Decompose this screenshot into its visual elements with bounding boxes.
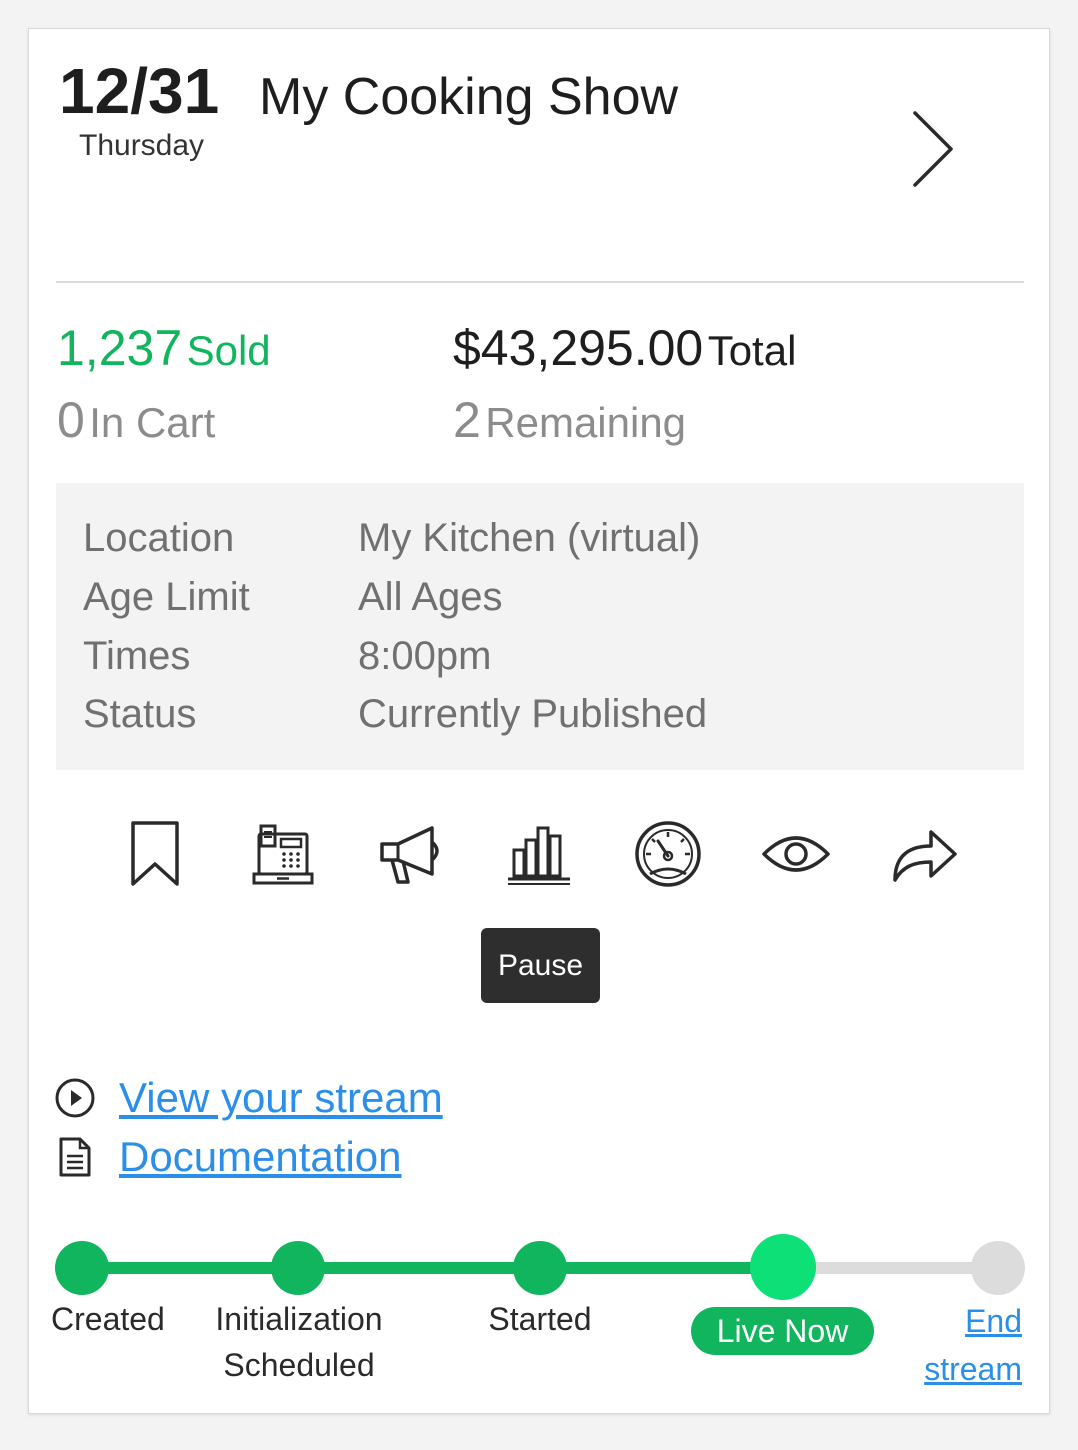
in-cart-stat: 0 In Cart [57,395,215,445]
megaphone-icon[interactable] [375,819,447,889]
detail-value: 8:00pm [358,634,492,678]
step-node-live-now [750,1234,816,1300]
step-label-scheduled: Scheduled [223,1347,375,1383]
document-icon [53,1135,97,1179]
end-stream-link[interactable]: End stream [924,1297,1022,1393]
share-icon[interactable] [888,819,960,889]
detail-row-status: Status Currently Published [56,685,1024,743]
detail-row-times: Times 8:00pm [56,627,1024,685]
documentation-row: Documentation [53,1132,402,1182]
event-day: Thursday [79,129,205,162]
detail-key: Status [83,692,197,736]
step-node-created [55,1241,109,1295]
sold-stat: 1,237 Sold [57,323,271,373]
detail-key: Age Limit [83,575,250,619]
event-title: My Cooking Show [259,68,679,126]
total-amount: $43,295.00 [453,320,704,376]
detail-value: My Kitchen (virtual) [358,516,701,560]
bookmark-icon[interactable] [119,819,191,889]
remaining-count: 2 [453,392,481,448]
detail-row-location: Location My Kitchen (virtual) [56,509,1024,567]
detail-key: Location [83,516,235,560]
remaining-stat: 2 Remaining [453,395,686,445]
documentation-link[interactable]: Documentation [119,1133,402,1181]
step-node-end-stream [971,1241,1025,1295]
pause-tooltip: Pause [481,928,600,1003]
action-toolbar [29,819,1049,889]
live-now-badge: Live Now [691,1307,874,1355]
step-label-initialization: Initialization [215,1301,383,1337]
view-stream-row: View your stream [53,1073,443,1123]
event-card: 12/31 Thursday My Cooking Show 1,237 Sol… [28,28,1050,1414]
eye-icon[interactable] [760,819,832,889]
detail-row-age-limit: Age Limit All Ages [56,568,1024,626]
view-stream-link[interactable]: View your stream [119,1074,443,1122]
sold-count: 1,237 [57,320,183,376]
end-stream-label-line1: End [965,1303,1022,1339]
step-node-started [513,1241,567,1295]
header-divider [56,281,1024,283]
in-cart-label: In Cart [89,399,216,446]
total-stat: $43,295.00 Total [453,323,796,373]
event-details: Location My Kitchen (virtual) Age Limit … [56,483,1024,770]
step-node-initialization-scheduled [271,1241,325,1295]
detail-key: Times [83,634,191,678]
sold-label: Sold [186,327,271,374]
progress-track-complete [81,1262,781,1274]
cash-register-icon[interactable] [247,819,319,889]
step-label-created: Created [51,1301,165,1337]
total-label: Total [707,327,797,374]
chevron-right-icon[interactable] [907,109,957,189]
bar-chart-icon[interactable] [503,819,575,889]
remaining-label: Remaining [485,399,687,446]
end-stream-label-line2: stream [924,1351,1022,1387]
in-cart-count: 0 [57,392,85,448]
detail-value: All Ages [358,575,503,619]
speedometer-icon[interactable] [632,819,704,889]
play-circle-icon [53,1076,97,1120]
step-label-started: Started [488,1301,592,1337]
event-date: 12/31 [59,55,220,127]
detail-value: Currently Published [358,692,708,736]
